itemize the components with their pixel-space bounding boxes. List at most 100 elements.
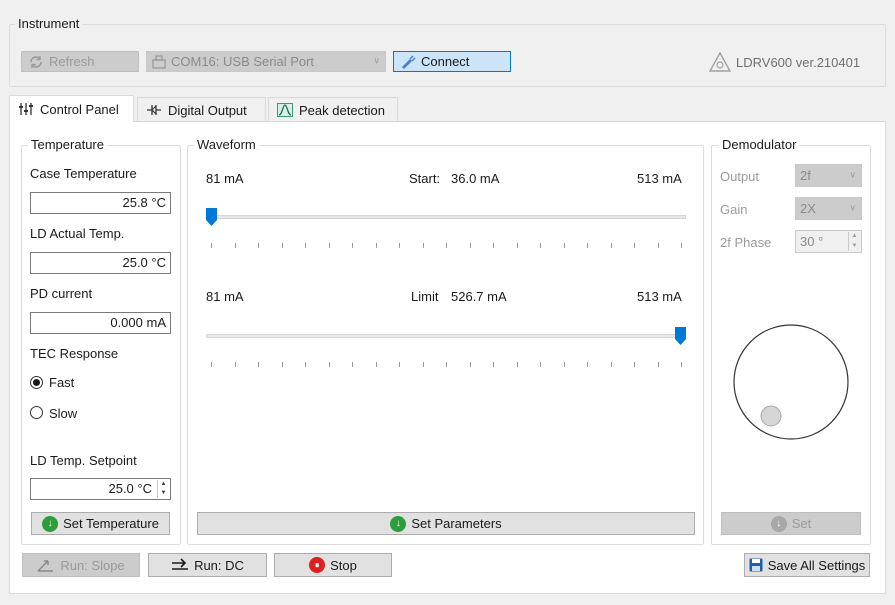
ld-temp-setpoint-value: 25.0 °C [108, 481, 152, 496]
slider-tick [540, 243, 541, 248]
phase-value: 30 ° [800, 234, 824, 249]
start-slider-ticks [206, 243, 686, 248]
tab-peak-detection[interactable]: Peak detection [268, 97, 398, 122]
phase-dial[interactable] [732, 323, 850, 441]
arrow-down-icon: ↓ [770, 515, 787, 532]
start-slider-track[interactable] [206, 215, 686, 219]
demod-set-label: Set [791, 516, 812, 531]
spin-down-icon[interactable]: ▼ [849, 242, 860, 252]
save-all-label: Save All Settings [767, 557, 866, 573]
slider-tick [587, 243, 588, 248]
slope-icon [37, 560, 54, 572]
slider-tick [634, 362, 635, 367]
slider-tick [422, 243, 424, 248]
ld-actual-temp-value: 25.0 °C [30, 252, 171, 274]
version-text: LDRV600 ver.210401 [736, 54, 861, 70]
stop-icon: ⏸ [309, 557, 326, 573]
refresh-button[interactable]: Refresh [21, 51, 139, 72]
run-slope-label: Run: Slope [60, 557, 125, 573]
slider-tick [469, 243, 471, 248]
logo-icon [709, 52, 731, 72]
plug-icon [402, 54, 416, 69]
spin-down-icon[interactable]: ▼ [158, 489, 169, 498]
slider-tick [305, 362, 306, 367]
run-dc-button[interactable]: Run: DC [148, 553, 267, 577]
slider-tick [610, 243, 612, 248]
slider-tick [516, 243, 518, 248]
slider-tick [305, 243, 306, 248]
set-temperature-button[interactable]: ↓ Set Temperature [31, 512, 170, 535]
slider-tick [258, 362, 259, 367]
start-slider-thumb[interactable] [206, 208, 217, 226]
slider-tick [422, 362, 424, 367]
slider-tick [328, 362, 330, 367]
set-parameters-label: Set Parameters [411, 516, 502, 531]
slider-tick [281, 243, 283, 248]
slider-tick [258, 243, 259, 248]
tab-control-panel[interactable]: Control Panel [9, 95, 134, 122]
slider-tick [657, 243, 659, 248]
tab-peak-detection-label: Peak detection [299, 102, 386, 118]
arrow-down-icon: ↓ [42, 515, 59, 532]
slider-tick [328, 243, 330, 248]
spin-up-icon[interactable]: ▲ [849, 232, 860, 242]
phase-label: 2f Phase [720, 235, 772, 250]
pd-current-label: PD current [30, 286, 93, 301]
demod-set-button[interactable]: ↓ Set [721, 512, 861, 535]
slider-tick [352, 243, 353, 248]
arrow-down-icon: ↓ [390, 515, 407, 532]
limit-slider-thumb[interactable] [675, 327, 686, 345]
slider-tick [563, 362, 565, 367]
port-icon [152, 54, 166, 69]
case-temperature-label: Case Temperature [30, 166, 137, 181]
phase-spinner[interactable]: ▲ ▼ [848, 232, 860, 251]
output-value: 2f [800, 168, 811, 183]
ld-temp-setpoint-label: LD Temp. Setpoint [30, 453, 137, 468]
limit-slider-track[interactable] [206, 334, 686, 338]
slider-tick [352, 362, 353, 367]
pd-current-value: 0.000 mA [30, 312, 171, 334]
peak-icon [277, 103, 293, 117]
slider-tick [610, 362, 612, 367]
chevron-down-icon: ∨ [849, 201, 856, 212]
start-max-label: 513 mA [637, 171, 682, 186]
slider-tick [493, 362, 494, 367]
slider-tick [540, 362, 541, 367]
start-caption: Start: [409, 171, 441, 186]
slider-tick [469, 362, 471, 367]
waveform-group [187, 145, 704, 545]
tec-slow-radio[interactable] [30, 406, 43, 419]
gain-label: Gain [720, 202, 748, 217]
output-label: Output [720, 169, 760, 184]
slider-tick [399, 362, 400, 367]
slider-tick [211, 243, 212, 248]
save-all-settings-button[interactable]: Save All Settings [744, 553, 870, 577]
version-info: LDRV600 ver.210401 [709, 51, 860, 73]
connect-button[interactable]: Connect [393, 51, 511, 72]
set-temperature-label: Set Temperature [63, 516, 159, 531]
run-slope-button[interactable]: Run: Slope [22, 553, 140, 577]
dc-icon [172, 558, 189, 570]
run-dc-label: Run: DC [194, 557, 244, 573]
spin-up-icon[interactable]: ▲ [158, 480, 169, 489]
chevron-down-icon: ∨ [849, 168, 856, 179]
set-parameters-button[interactable]: ↓ Set Parameters [197, 512, 695, 535]
start-value-label: 36.0 mA [451, 171, 500, 186]
port-select[interactable]: COM16: USB Serial Port ∨ [146, 51, 386, 72]
gain-select[interactable]: 2X ∨ [795, 197, 862, 220]
tab-digital-output-label: Digital Output [168, 102, 247, 118]
ld-temp-setpoint-input[interactable]: 25.0 °C ▲ ▼ [30, 478, 171, 500]
instrument-group-title: Instrument [15, 17, 83, 31]
setpoint-spinner[interactable]: ▲ ▼ [157, 480, 169, 498]
slider-tick [399, 243, 400, 248]
limit-min-label: 81 mA [206, 289, 244, 304]
slider-tick [634, 243, 635, 248]
case-temperature-value: 25.8 °C [30, 192, 171, 214]
phase-spinbox[interactable]: 30 ° ▲ ▼ [795, 230, 862, 253]
slider-tick [281, 362, 283, 367]
tab-digital-output[interactable]: Digital Output [137, 97, 266, 122]
slider-tick [375, 362, 377, 367]
output-select[interactable]: 2f ∨ [795, 164, 862, 187]
tec-fast-radio[interactable] [30, 376, 43, 389]
stop-button[interactable]: ⏸ Stop [274, 553, 392, 577]
